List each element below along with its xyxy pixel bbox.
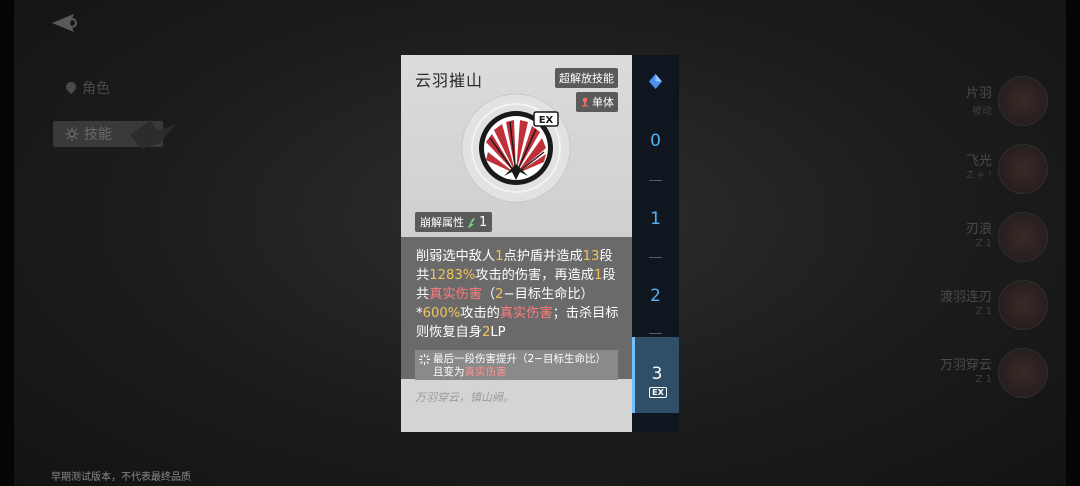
upgrade-note: 最后一段伤害提升（2−目标生命比）且变为真实伤害 xyxy=(415,350,618,380)
level-option-0[interactable]: 0 xyxy=(632,131,679,151)
screen-edge-right xyxy=(1066,0,1080,486)
level-option-2[interactable]: 2 xyxy=(632,286,679,306)
nav-skill-label: 技能 xyxy=(84,127,112,143)
desc-text: 攻击的伤害，再造成 xyxy=(475,268,594,283)
break-attribute-label: 崩解属性 xyxy=(420,216,464,229)
skill-title: 云羽摧山 xyxy=(415,71,484,90)
note-true-damage: 真实伤害 xyxy=(464,366,507,378)
level-divider xyxy=(649,180,662,181)
skill-row-sub: Z 1 xyxy=(975,374,992,385)
single-target-icon xyxy=(582,97,588,107)
skill-row[interactable]: 飞光 Z + ¹ xyxy=(894,138,1054,206)
back-arrow-icon[interactable] xyxy=(52,12,82,34)
desc-number: 1283% xyxy=(429,268,476,283)
desc-true-damage: 真实伤害 xyxy=(429,287,482,302)
nav-item-role[interactable]: 角色 xyxy=(66,78,110,98)
desc-text: 攻击的 xyxy=(460,306,500,321)
flavor-text: 万羽穿云，镇山阙。 xyxy=(415,391,514,404)
desc-text: （ xyxy=(481,287,496,302)
skill-row[interactable]: 片羽 被动 xyxy=(894,70,1054,138)
upgrade-burst-icon xyxy=(419,354,430,365)
skill-row-sub: Z 1 xyxy=(975,306,992,317)
skill-row-sub: Z 1 xyxy=(975,238,992,249)
gear-burst-icon xyxy=(65,127,79,141)
level-option-3-active[interactable]: 3 EX xyxy=(632,337,679,413)
active-level-number: 3 xyxy=(651,364,663,384)
desc-number: 1 xyxy=(495,249,504,264)
target-type-label: 单体 xyxy=(592,96,614,109)
skill-row-name: 刃浪 xyxy=(965,222,992,237)
skill-icon xyxy=(998,76,1048,126)
skill-row-name: 渡羽连刃 xyxy=(939,290,992,305)
skill-icon xyxy=(998,280,1048,330)
break-attribute-tag: 崩解属性 1 xyxy=(415,212,493,232)
skill-list: 片羽 被动 飞光 Z + ¹ 刃浪 Z 1 渡羽连刃 Z 1 万羽穿云 Z 1 xyxy=(894,70,1054,410)
skill-icon xyxy=(998,212,1048,262)
level-selector: 0 1 2 3 EX xyxy=(632,55,679,432)
map-pin-icon xyxy=(66,82,76,94)
skill-description-panel: 削弱选中敌人1点护盾并造成13段共1283%攻击的伤害，再造成1段共真实伤害（2… xyxy=(401,237,632,380)
skill-row-name: 飞光 xyxy=(965,154,992,169)
skill-row-name: 万羽穿云 xyxy=(939,358,992,373)
skill-row[interactable]: 万羽穿云 Z 1 xyxy=(894,342,1054,410)
desc-number: 600% xyxy=(422,306,461,321)
target-type-tag: 单体 xyxy=(576,92,618,112)
break-icon xyxy=(468,217,475,228)
level-divider xyxy=(649,257,662,258)
build-disclaimer: 早期测试版本，不代表最终品质 xyxy=(51,472,191,483)
desc-text: LP xyxy=(490,325,506,340)
crystal-icon xyxy=(649,74,662,89)
skill-detail-card: 云羽摧山 超解放技能 单体 EX 崩解属性 1 削弱选中敌人1点护盾并造成13段… xyxy=(401,55,632,432)
shard-decoration-icon xyxy=(130,120,175,149)
desc-true-damage: 真实伤害 xyxy=(499,306,553,321)
nav-role-label: 角色 xyxy=(82,81,110,97)
level-divider xyxy=(649,333,662,334)
screen-edge-left xyxy=(0,0,14,486)
desc-number: 2 xyxy=(495,287,504,302)
skill-row[interactable]: 刃浪 Z 1 xyxy=(894,206,1054,274)
note-text: 最后一段伤害提升（2−目标生命比）且变为 xyxy=(433,353,606,378)
break-attribute-value: 1 xyxy=(479,214,488,230)
desc-text: 点护盾并造成 xyxy=(503,249,583,264)
ex-badge-text: EX xyxy=(539,115,554,126)
skill-row-sub: Z + ¹ xyxy=(966,170,992,181)
skill-row[interactable]: 渡羽连刃 Z 1 xyxy=(894,274,1054,342)
desc-number: 13 xyxy=(582,249,600,264)
skill-emblem-icon: EX xyxy=(461,93,571,203)
skill-icon xyxy=(998,348,1048,398)
skill-description: 削弱选中敌人1点护盾并造成13段共1283%攻击的伤害，再造成1段共真实伤害（2… xyxy=(416,247,622,342)
skill-row-name: 片羽 xyxy=(965,86,992,101)
skill-icon xyxy=(998,144,1048,194)
active-level-ex-badge: EX xyxy=(649,387,667,398)
skill-type-tag: 超解放技能 xyxy=(555,68,618,88)
desc-text: 削弱选中敌人 xyxy=(416,249,496,264)
level-option-1[interactable]: 1 xyxy=(632,209,679,229)
skill-row-sub: 被动 xyxy=(972,106,992,117)
upgrade-note-text: 最后一段伤害提升（2−目标生命比）且变为真实伤害 xyxy=(433,353,614,380)
